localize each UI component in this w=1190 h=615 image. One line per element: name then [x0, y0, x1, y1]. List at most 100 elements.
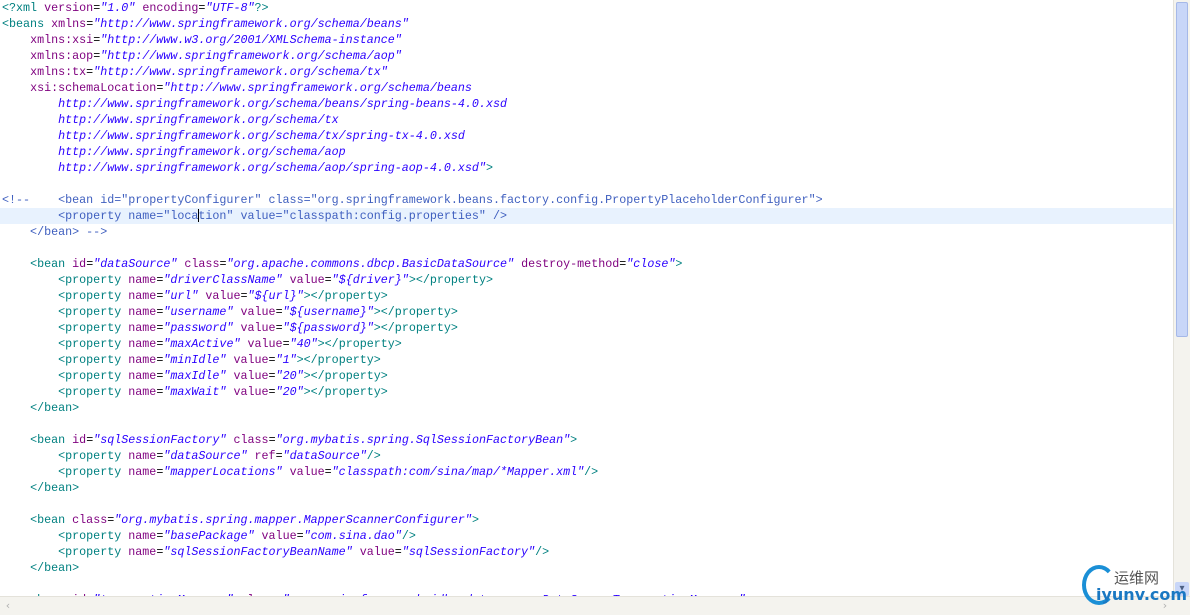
text: =	[324, 273, 332, 287]
code-line[interactable]: <property name="dataSource" ref="dataSou…	[0, 448, 1174, 464]
code-line[interactable]: </bean>	[0, 480, 1174, 496]
xml-tag: <property	[58, 337, 129, 351]
attribute-name: xmlns:xsi	[30, 33, 94, 47]
code-line[interactable]: </bean>	[0, 400, 1174, 416]
attribute-value: "20"	[275, 369, 304, 383]
attribute-value: http://www.springframework.org/schema/ao…	[58, 161, 486, 175]
xml-tag: ></property>	[373, 305, 458, 319]
code-line[interactable]: <bean id="sqlSessionFactory" class="org.…	[0, 432, 1174, 448]
text	[2, 273, 58, 287]
attribute-value: "sqlSessionFactory"	[401, 545, 536, 559]
code-line[interactable]: <beans xmlns="http://www.springframework…	[0, 16, 1174, 32]
xml-tag: <property	[58, 529, 129, 543]
text: =	[282, 337, 290, 351]
code-line[interactable]: http://www.springframework.org/schema/tx	[0, 112, 1174, 128]
code-line[interactable]: <property name="driverClassName" value="…	[0, 272, 1174, 288]
text	[2, 65, 30, 79]
code-line[interactable]: <property name="url" value="${url}"></pr…	[0, 288, 1174, 304]
attribute-name: name	[128, 369, 157, 383]
attribute-value: "http://www.springframework.org/schema/a…	[100, 49, 402, 63]
attribute-name: value	[233, 385, 269, 399]
code-line[interactable]: http://www.springframework.org/schema/ao…	[0, 160, 1174, 176]
attribute-value: "40"	[289, 337, 318, 351]
xml-tag: <bean	[30, 433, 73, 447]
text	[2, 465, 58, 479]
vertical-scrollbar[interactable]: ▾	[1173, 0, 1190, 597]
attribute-value: "${username}"	[282, 305, 374, 319]
vertical-scrollbar-thumb[interactable]	[1176, 2, 1188, 337]
code-line[interactable]	[0, 576, 1174, 592]
attribute-value: "http://www.springframework.org/schema/b…	[93, 17, 409, 31]
attribute-name: name	[128, 289, 157, 303]
code-line[interactable]: xmlns:tx="http://www.springframework.org…	[0, 64, 1174, 80]
code-line[interactable]: <property name = "sqlSessionFactoryBeanNam…	[0, 544, 1174, 560]
code-line[interactable]: </bean>	[0, 560, 1174, 576]
text	[353, 545, 360, 559]
code-line[interactable]: xmlns:xsi="http://www.w3.org/2001/XMLSch…	[0, 32, 1174, 48]
code-line[interactable]: <property name="location" value="classpa…	[0, 208, 1174, 224]
code-line[interactable]: <property name="basePackage" value="com.…	[0, 528, 1174, 544]
xml-tag: >	[471, 513, 479, 527]
text	[2, 481, 30, 495]
text: =	[240, 289, 248, 303]
attribute-value: "${driver}"	[331, 273, 409, 287]
attribute-value: "1.0"	[100, 1, 136, 15]
code-line[interactable]: http://www.springframework.org/schema/be…	[0, 96, 1174, 112]
text	[2, 305, 58, 319]
code-line[interactable]: xmlns:aop="http://www.springframework.or…	[0, 48, 1174, 64]
code-line[interactable]: <property name="mapperLocations" value="…	[0, 464, 1174, 480]
code-line[interactable]: <property name="username" value="${usern…	[0, 304, 1174, 320]
text: =	[268, 385, 276, 399]
xml-tag: <bean	[30, 257, 73, 271]
xml-declaration: ?>	[254, 1, 269, 15]
code-line[interactable]	[0, 240, 1174, 256]
code-line[interactable]	[0, 496, 1174, 512]
code-line[interactable]	[0, 176, 1174, 192]
attribute-value: "20"	[275, 385, 304, 399]
xml-tag: <property	[58, 273, 129, 287]
text	[2, 257, 30, 271]
code-line[interactable]: http://www.springframework.org/schema/tx…	[0, 128, 1174, 144]
code-line[interactable]	[0, 416, 1174, 432]
text: =	[296, 529, 304, 543]
attribute-value: "driverClassName"	[163, 273, 283, 287]
attribute-name: name	[128, 273, 157, 287]
attribute-name: xmlns:aop	[30, 49, 94, 63]
attribute-value: "${password}"	[282, 321, 374, 335]
text	[240, 337, 247, 351]
xml-declaration: <?	[2, 1, 17, 15]
attribute-name: value	[359, 545, 395, 559]
text	[2, 545, 58, 559]
attribute-name: destroy-method	[521, 257, 620, 271]
code-line[interactable]: <property name="maxIdle" value="20"></pr…	[0, 368, 1174, 384]
code-line[interactable]: <property name="password" value="${passw…	[0, 320, 1174, 336]
code-line[interactable]: <bean class="org.mybatis.spring.mapper.M…	[0, 512, 1174, 528]
attribute-name: xmlns	[51, 17, 87, 31]
attribute-name: id	[72, 433, 87, 447]
attribute-name: class	[233, 433, 269, 447]
code-line[interactable]: <bean id="dataSource" class="org.apache.…	[0, 256, 1174, 272]
text	[2, 353, 58, 367]
code-line[interactable]: <property name="maxWait" value="20"></pr…	[0, 384, 1174, 400]
xml-comment: </bean> -->	[2, 225, 108, 239]
attribute-value: "org.apache.commons.dbcp.BasicDataSource…	[226, 257, 515, 271]
attribute-value: http://www.springframework.org/schema/tx	[58, 113, 339, 127]
scroll-left-arrow-icon[interactable]: ‹	[1, 599, 15, 613]
code-line[interactable]: <property name="maxActive" value="40"></…	[0, 336, 1174, 352]
attribute-value: "username"	[163, 305, 234, 319]
code-line[interactable]: http://www.springframework.org/schema/ao…	[0, 144, 1174, 160]
code-line[interactable]: xsi:schemaLocation="http://www.springfra…	[0, 80, 1174, 96]
code-line[interactable]: <!-- <bean id="propertyConfigurer" class…	[0, 192, 1174, 208]
code-line[interactable]: <property name="minIdle" value="1"></pro…	[0, 352, 1174, 368]
horizontal-scrollbar[interactable]: ‹ ›	[0, 596, 1190, 615]
text	[2, 97, 58, 111]
code-line[interactable]: </bean> -->	[0, 224, 1174, 240]
attribute-name: id	[72, 257, 87, 271]
text	[2, 321, 58, 335]
text	[2, 49, 30, 63]
text	[2, 337, 58, 351]
xml-comment: <!-- <bean id="propertyConfigurer" class…	[2, 193, 823, 207]
attribute-value: "dataSource"	[93, 257, 178, 271]
code-line[interactable]: <?xml version="1.0" encoding="UTF-8"?>	[0, 0, 1174, 16]
xml-editor[interactable]: <?xml version="1.0" encoding="UTF-8"?> <b…	[0, 0, 1174, 597]
